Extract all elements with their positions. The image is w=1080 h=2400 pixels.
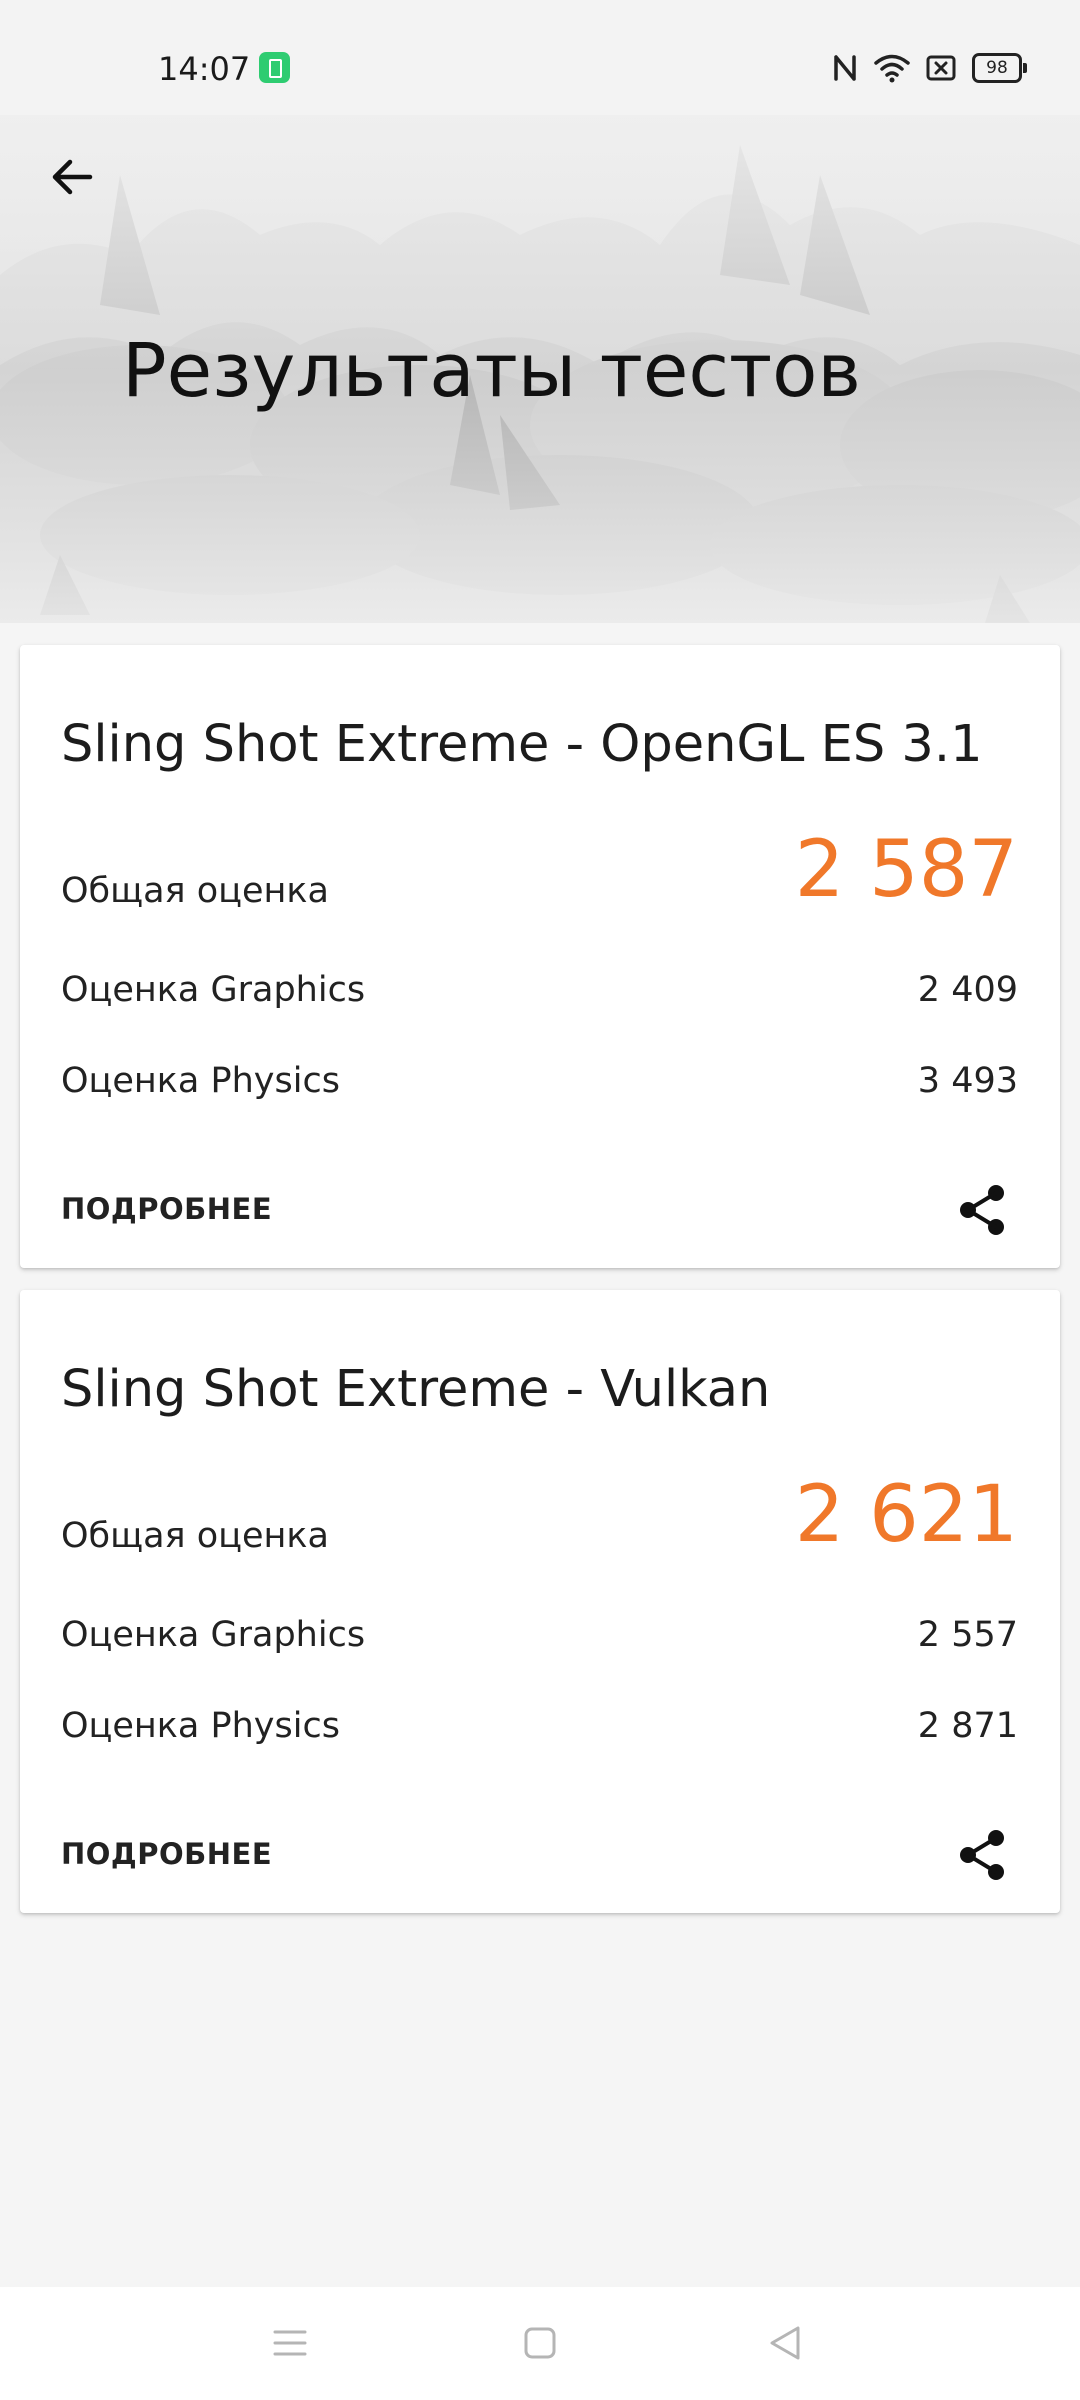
app-notification-icon <box>259 52 290 83</box>
status-icons: 98 <box>832 48 1027 88</box>
physics-score-value: 2 871 <box>917 1706 1018 1746</box>
physics-score-value: 3 493 <box>917 1061 1018 1101</box>
header-banner: Результаты тестов <box>0 115 1080 623</box>
card-title: Sling Shot Extreme - OpenGL ES 3.1 <box>61 715 983 774</box>
graphics-score-label: Оценка Graphics <box>61 1615 366 1655</box>
overall-score-label: Общая оценка <box>61 1516 329 1556</box>
share-button[interactable] <box>953 1180 1013 1240</box>
card-title: Sling Shot Extreme - Vulkan <box>61 1360 771 1419</box>
status-time: 14:07 <box>158 50 251 88</box>
share-icon <box>960 1185 1004 1235</box>
arrow-left-icon <box>52 159 93 195</box>
nav-menu-button[interactable] <box>260 2313 320 2373</box>
sim-off-icon <box>926 55 956 81</box>
battery-icon: 98 <box>972 53 1027 83</box>
details-button[interactable]: ПОДРОБНЕЕ <box>61 1837 272 1871</box>
wifi-icon <box>874 54 910 83</box>
share-icon <box>960 1830 1004 1880</box>
physics-score-label: Оценка Physics <box>61 1061 340 1101</box>
overall-score-value: 2 587 <box>794 825 1018 915</box>
physics-score-label: Оценка Physics <box>61 1706 340 1746</box>
back-triangle-icon <box>770 2326 800 2360</box>
menu-icon <box>273 2330 307 2356</box>
nav-back-button[interactable] <box>755 2313 815 2373</box>
battery-level: 98 <box>986 58 1008 78</box>
back-button[interactable] <box>40 145 104 209</box>
share-button[interactable] <box>953 1825 1013 1885</box>
nfc-icon <box>834 55 856 81</box>
nav-home-button[interactable] <box>510 2313 570 2373</box>
graphics-score-value: 2 409 <box>917 970 1018 1010</box>
graphics-score-value: 2 557 <box>917 1615 1018 1655</box>
graphics-score-label: Оценка Graphics <box>61 970 366 1010</box>
home-icon <box>524 2327 556 2359</box>
page-title: Результаты тестов <box>122 328 862 414</box>
overall-score-value: 2 621 <box>794 1470 1018 1560</box>
details-button[interactable]: ПОДРОБНЕЕ <box>61 1192 272 1226</box>
result-card-opengl: Sling Shot Extreme - OpenGL ES 3.1 Общая… <box>20 645 1060 1268</box>
status-bar: 14:07 98 <box>0 0 1080 115</box>
system-nav-bar <box>0 2287 1080 2400</box>
result-card-vulkan: Sling Shot Extreme - Vulkan Общая оценка… <box>20 1290 1060 1913</box>
overall-score-label: Общая оценка <box>61 871 329 911</box>
